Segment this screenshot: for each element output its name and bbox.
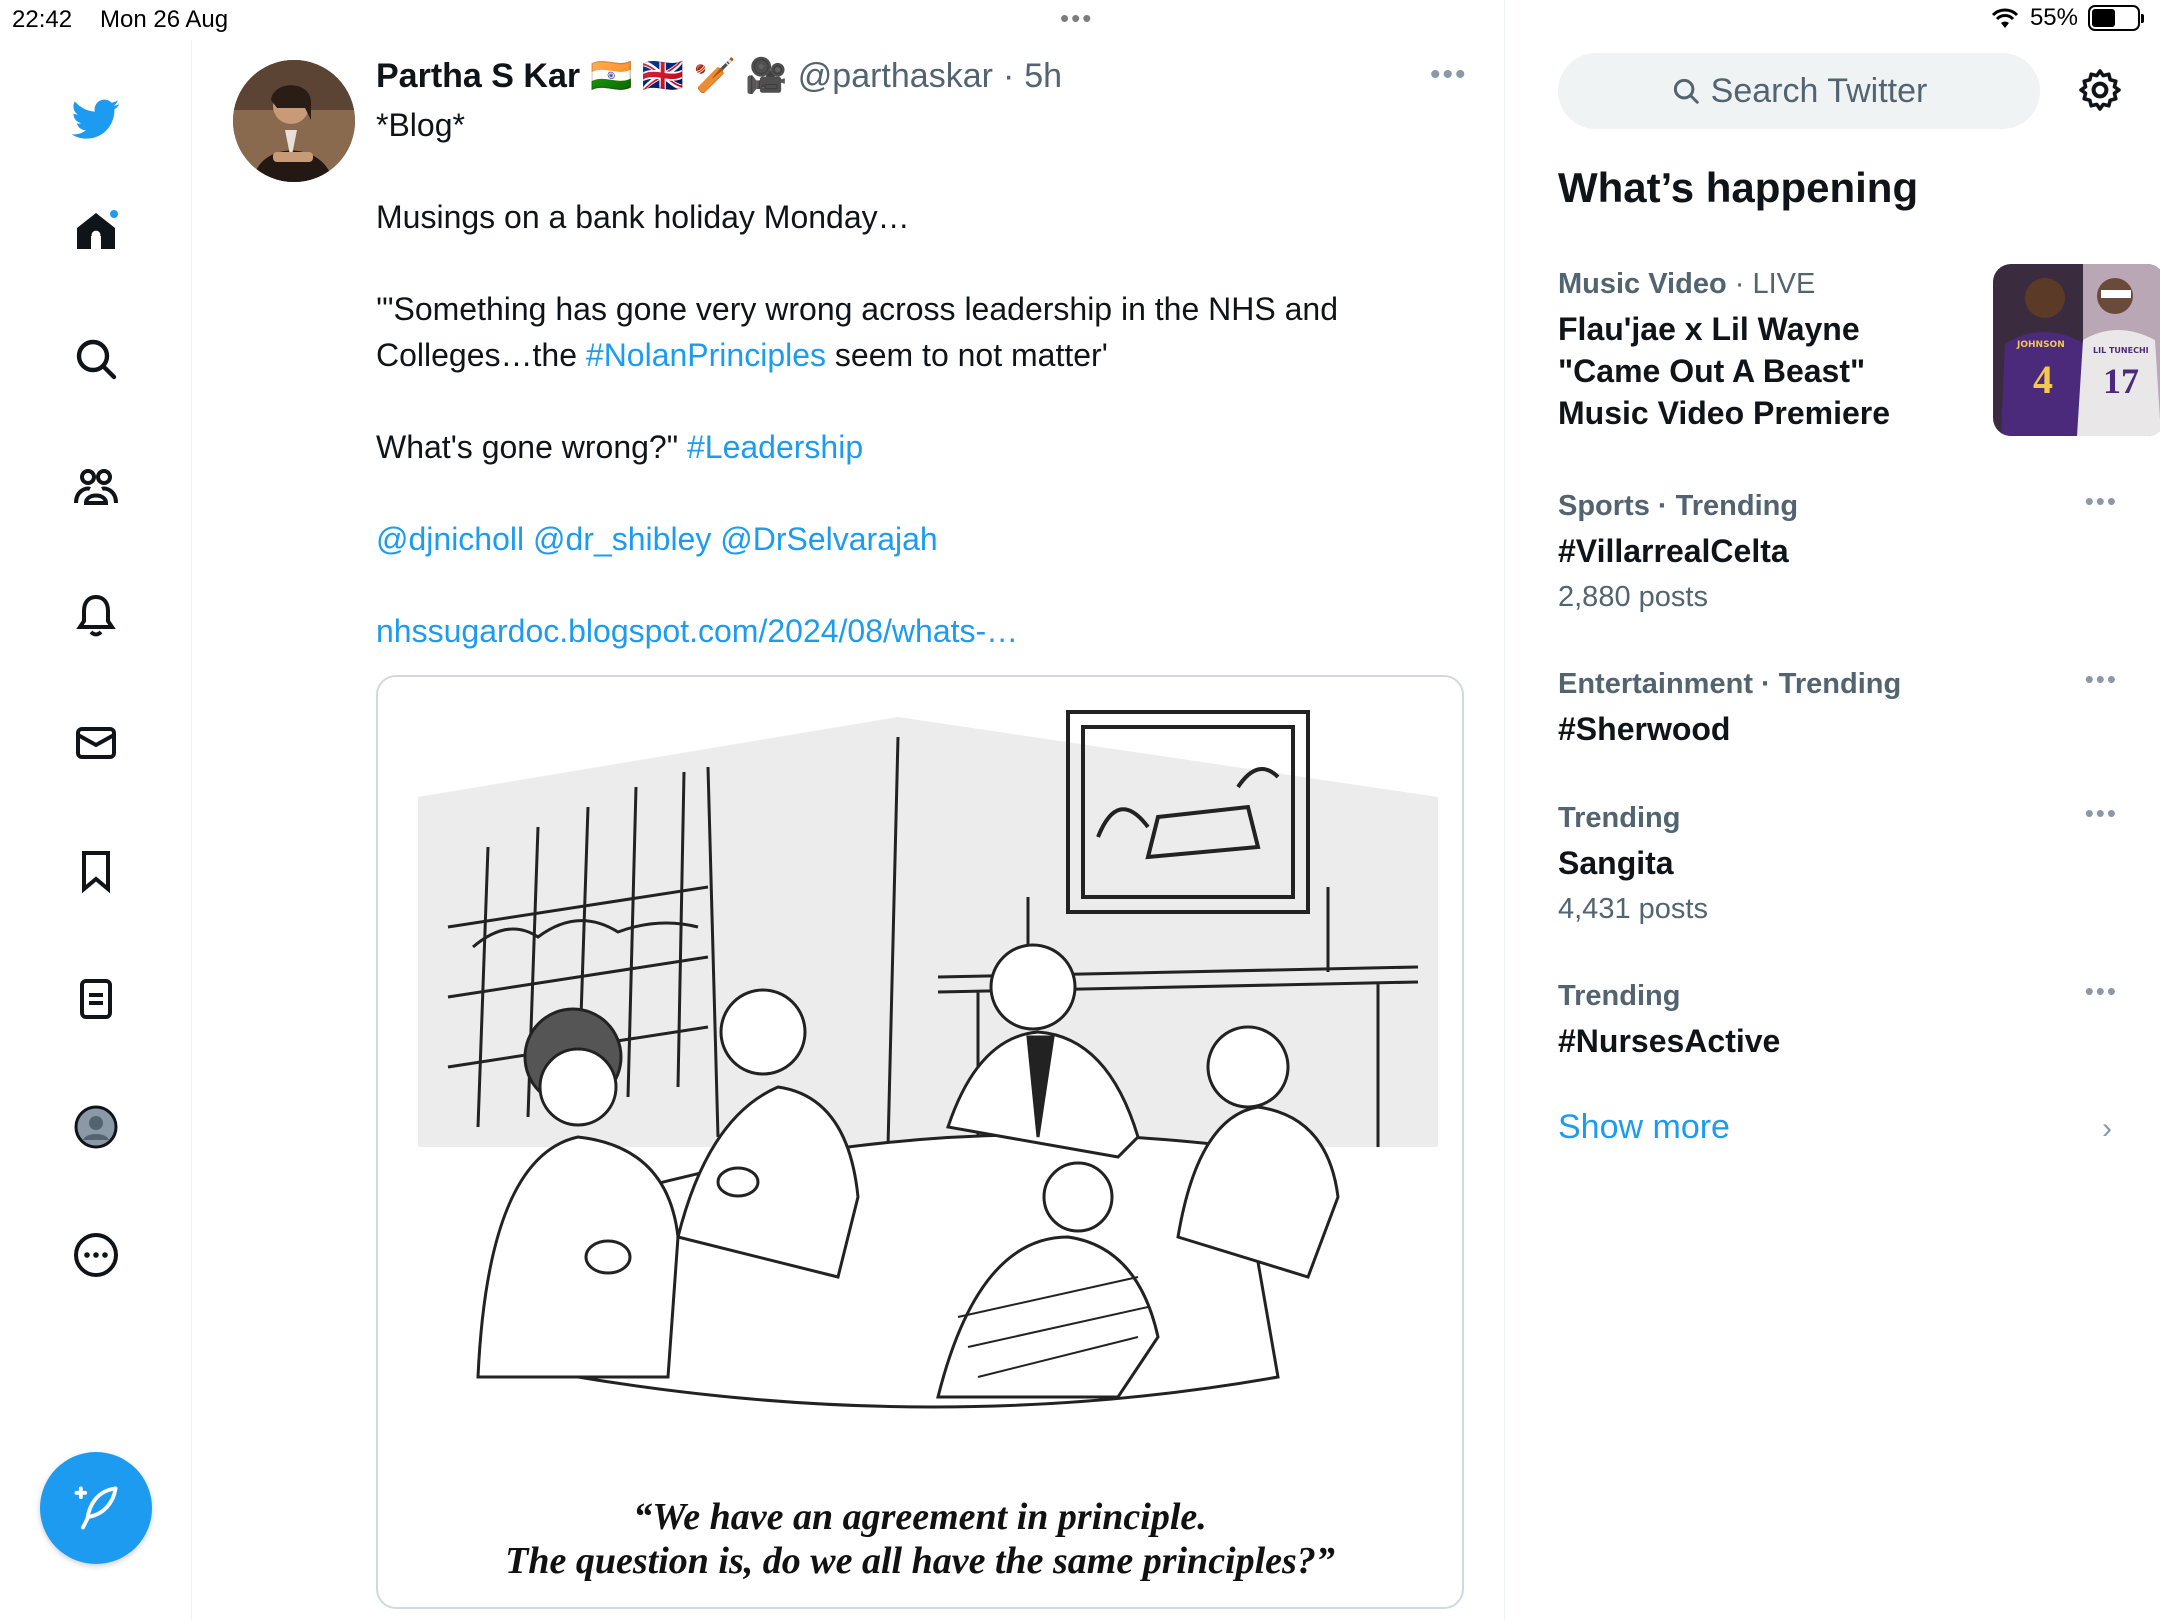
more-circle-icon [74,1233,118,1277]
caption-line-2: The question is, do we all have the same… [505,1540,1335,1582]
trend-item[interactable]: Trending #NursesActive ••• [1558,976,2118,1062]
tweet-url[interactable]: nhssugardoc.blogspot.com/2024/08/whats-… [376,608,1456,654]
trend-item[interactable]: Trending Sangita 4,431 posts ••• [1558,798,2118,930]
trend-item[interactable]: Music Video · LIVE Flau'jae x Lil Wayne … [1558,264,2160,436]
timeline: Partha S Kar 🇮🇳 🇬🇧 🏏 🎥 @parthaskar · 5h … [193,0,1505,1620]
trend-meta: Sports · Trending [1558,486,2118,526]
image-caption: “We have an agreement in principle. The … [378,1495,1462,1583]
left-nav [0,40,192,1620]
jersey-name-left: JOHNSON [2017,340,2065,350]
search-input[interactable]: Search Twitter [1558,53,2040,129]
trend-more-icon[interactable]: ••• [2085,486,2118,517]
tweet-quote: '"Something has gone very wrong across l… [376,286,1456,378]
twitter-logo-icon[interactable] [67,90,125,148]
author-name[interactable]: Partha S Kar [376,57,580,96]
trend-count: 4,431 posts [1558,893,1708,925]
trend-title: Flau'jae x Lil Wayne "Came Out A Beast" … [1558,311,1890,431]
author-avatar[interactable] [233,60,355,182]
trend-count: 2,880 posts [1558,581,1708,613]
list-icon [80,979,112,1019]
trend-meta: Trending [1558,976,2118,1016]
quote-end: seem to not matter' [826,337,1108,373]
trend-title: #VillarrealCelta [1558,533,1789,569]
author-handle[interactable]: @parthaskar [798,57,993,96]
jersey-number-left: 4 [2033,357,2053,402]
tweet-more-icon[interactable]: ••• [1430,58,1468,92]
caption-line-1: “We have an agreement in principle. [633,1496,1207,1538]
tweet-line-musings: Musings on a bank holiday Monday… [376,199,910,235]
trend-category: Trending [1558,980,1681,1012]
bird-icon [72,99,120,139]
profile-avatar-icon [74,1105,118,1149]
gear-icon[interactable] [2076,66,2124,114]
jersey-number-right: 17 [2103,361,2139,401]
nav-notifications[interactable] [67,586,125,644]
trend-meta: Entertainment · Trending [1558,664,2118,704]
communities-icon [74,469,118,505]
tweet-line-blog: *Blog* [376,107,465,143]
nav-messages[interactable] [67,714,125,772]
tweet-mentions[interactable]: @djnicholl @dr_shibley @DrSelvarajah [376,516,1456,562]
whats-happening-title: What’s happening [1558,164,1919,211]
nav-lists[interactable] [67,970,125,1028]
trend-more-icon[interactable]: ••• [2085,798,2118,829]
cartoon-illustration [378,677,1462,1467]
author-photo [233,60,355,182]
nav-home[interactable] [67,202,125,260]
trend-context: · LIVE [1734,268,1816,300]
home-icon [77,210,118,249]
trend-more-icon[interactable]: ••• [2085,664,2118,695]
status-time: 22:42 [12,6,73,33]
trend-title: #Sherwood [1558,711,1731,747]
nav-communities[interactable] [67,458,125,516]
compose-tweet-button[interactable] [40,1452,152,1564]
envelope-icon [76,727,116,759]
trend-meta: Trending [1558,798,2118,838]
compose-feather-icon [74,1486,118,1530]
bookmark-icon [82,851,110,894]
tweet-image[interactable]: “We have an agreement in principle. The … [376,675,1464,1609]
nav-profile[interactable] [67,1098,125,1156]
tweet-header: Partha S Kar 🇮🇳 🇬🇧 🏏 🎥 @parthaskar · 5h [376,56,1062,96]
tweet-time[interactable]: 5h [1024,57,1062,96]
trend-more-icon[interactable]: ••• [2085,976,2118,1007]
tweet-question: What's gone wrong?" #Leadership [376,424,1456,470]
trend-category: Entertainment · Trending [1558,668,1902,700]
question-text: What's gone wrong?" [376,429,687,465]
show-more-link[interactable]: Show more [1558,1108,1730,1147]
search-icon [76,339,117,380]
nav-bookmarks[interactable] [67,842,125,900]
trend-category: Sports · Trending [1558,490,1799,522]
trend-thumbnail[interactable]: JOHNSON 4 LIL TUNECHI 17 [1993,264,2160,436]
bell-icon [76,594,116,637]
trend-title: #NursesActive [1558,1023,1781,1059]
tweet-body: *Blog* Musings on a bank holiday Monday…… [376,102,1456,700]
trend-item[interactable]: Entertainment · Trending #Sherwood ••• [1558,664,2118,750]
nav-explore[interactable] [67,330,125,388]
nav-more[interactable] [67,1226,125,1284]
author-emojis: 🇮🇳 🇬🇧 🏏 🎥 [590,57,788,95]
hashtag-nolanprinciples[interactable]: #NolanPrinciples [586,337,826,373]
trend-category: Trending [1558,802,1681,834]
header-separator: · [1002,56,1015,95]
trend-category: Music Video [1558,268,1727,300]
jersey-name-right: LIL TUNECHI [2093,346,2149,355]
hashtag-leadership[interactable]: #Leadership [687,429,863,465]
chevron-right-icon[interactable]: › [2102,1112,2112,1146]
search-placeholder: Search Twitter [1710,71,1928,110]
trend-item[interactable]: Sports · Trending #VillarrealCelta 2,880… [1558,486,2118,618]
search-icon [1673,78,1699,104]
right-sidebar: Search Twitter What’s happening Music Vi… [1506,0,2160,1620]
trend-title: Sangita [1558,845,1674,881]
